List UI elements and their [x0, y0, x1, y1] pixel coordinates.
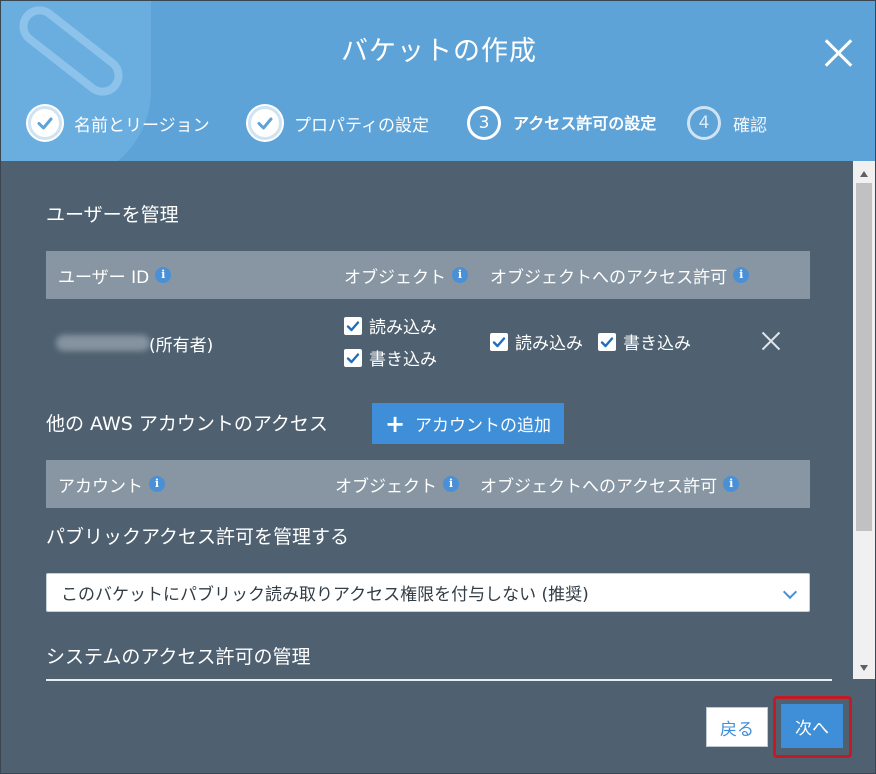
- dialog-content: ユーザーを管理 ユーザー ID i オブジェクト i オブジェクトへのアクセス許…: [1, 161, 853, 691]
- owner-suffix: (所有者): [149, 336, 214, 356]
- step-label: 確認: [733, 115, 767, 136]
- close-icon[interactable]: [761, 331, 781, 351]
- checkbox-label: 読み込み: [515, 334, 583, 354]
- step-label: 名前とリージョン: [74, 115, 210, 136]
- object-write-checkbox[interactable]: 書き込み: [344, 345, 437, 370]
- col-object-permissions-label: オブジェクトへのアクセス許可: [490, 267, 728, 288]
- permission-read-checkbox[interactable]: 読み込み: [490, 329, 583, 354]
- close-icon[interactable]: [822, 37, 854, 69]
- col-object: オブジェクト i: [335, 460, 459, 508]
- info-icon[interactable]: i: [155, 267, 172, 283]
- back-button[interactable]: 戻る: [706, 707, 768, 747]
- scroll-thumb[interactable]: [856, 183, 872, 531]
- select-value: このバケットにパブリック読み取りアクセス権限を付与しない (推奨): [61, 585, 589, 605]
- checkbox-label: 書き込み: [369, 350, 437, 370]
- manage-users-heading: ユーザーを管理: [46, 204, 179, 226]
- info-icon[interactable]: i: [733, 267, 750, 283]
- permission-write-checkbox[interactable]: 書き込み: [598, 329, 691, 354]
- dialog-header: バケットの作成 名前とリージョン プロパティの設定 3 アクセス許可の設定 4 …: [1, 1, 875, 161]
- next-button[interactable]: 次へ: [781, 704, 843, 748]
- info-icon[interactable]: i: [452, 267, 468, 283]
- step-name-region[interactable]: 名前とリージョン: [28, 103, 210, 143]
- info-icon[interactable]: i: [723, 476, 740, 492]
- divider: [46, 679, 832, 681]
- accounts-table-header: アカウント i オブジェクト i オブジェクトへのアクセス許可 i: [46, 460, 810, 508]
- step-label: アクセス許可の設定: [513, 113, 657, 133]
- col-object-permissions: オブジェクトへのアクセス許可 i: [480, 460, 740, 508]
- other-accounts-heading: 他の AWS アカウントのアクセス: [46, 413, 328, 435]
- step-properties[interactable]: プロパティの設定: [248, 103, 429, 143]
- scrollbar[interactable]: [853, 161, 875, 679]
- step-review: 4 確認: [687, 103, 767, 143]
- check-icon: [344, 316, 362, 335]
- check-icon: [344, 348, 362, 367]
- table-row-owner: (所有者) 読み込み 書き込み 読み込み 書き込み: [46, 301, 810, 391]
- chevron-down-icon: [782, 584, 798, 600]
- scroll-down-arrow-icon[interactable]: [860, 665, 868, 671]
- redacted-user-id: [56, 335, 150, 351]
- add-account-button[interactable]: + アカウントの追加: [372, 403, 564, 444]
- dialog-footer: 戻る 次へ: [1, 691, 875, 773]
- step-number: 3: [467, 106, 501, 140]
- public-access-heading: パブリックアクセス許可を管理する: [46, 526, 350, 548]
- col-object-label: オブジェクト: [335, 476, 437, 497]
- step-number: 4: [687, 106, 721, 140]
- col-user-id: ユーザー ID i: [58, 251, 172, 299]
- check-icon: [490, 332, 508, 351]
- plus-icon: +: [384, 409, 406, 438]
- public-access-select[interactable]: このバケットにパブリック読み取りアクセス権限を付与しない (推奨): [46, 573, 810, 612]
- checkbox-label: 読み込み: [369, 318, 437, 338]
- step-label: プロパティの設定: [294, 115, 429, 136]
- col-object-permissions: オブジェクトへのアクセス許可 i: [490, 251, 750, 299]
- check-icon: [598, 332, 616, 351]
- info-icon[interactable]: i: [443, 476, 459, 492]
- col-object-permissions-label: オブジェクトへのアクセス許可: [480, 476, 718, 497]
- dialog-title: バケットの作成: [341, 36, 537, 67]
- create-bucket-dialog: バケットの作成 名前とリージョン プロパティの設定 3 アクセス許可の設定 4 …: [0, 0, 876, 774]
- add-account-label: アカウントの追加: [415, 416, 552, 436]
- object-read-checkbox[interactable]: 読み込み: [344, 313, 437, 338]
- checkbox-label: 書き込み: [623, 334, 691, 354]
- step-permissions: 3 アクセス許可の設定: [467, 103, 663, 143]
- col-account: アカウント i: [58, 460, 165, 508]
- users-table-header: ユーザー ID i オブジェクト i オブジェクトへのアクセス許可 i: [46, 251, 810, 299]
- system-access-heading: システムのアクセス許可の管理: [46, 646, 311, 668]
- info-icon[interactable]: i: [149, 476, 165, 492]
- check-icon: [248, 106, 282, 140]
- check-icon: [28, 106, 62, 140]
- col-object: オブジェクト i: [344, 251, 468, 299]
- col-object-label: オブジェクト: [344, 267, 446, 288]
- col-user-id-label: ユーザー ID: [58, 267, 150, 288]
- col-account-label: アカウント: [58, 476, 143, 497]
- scroll-up-arrow-icon[interactable]: [860, 171, 868, 177]
